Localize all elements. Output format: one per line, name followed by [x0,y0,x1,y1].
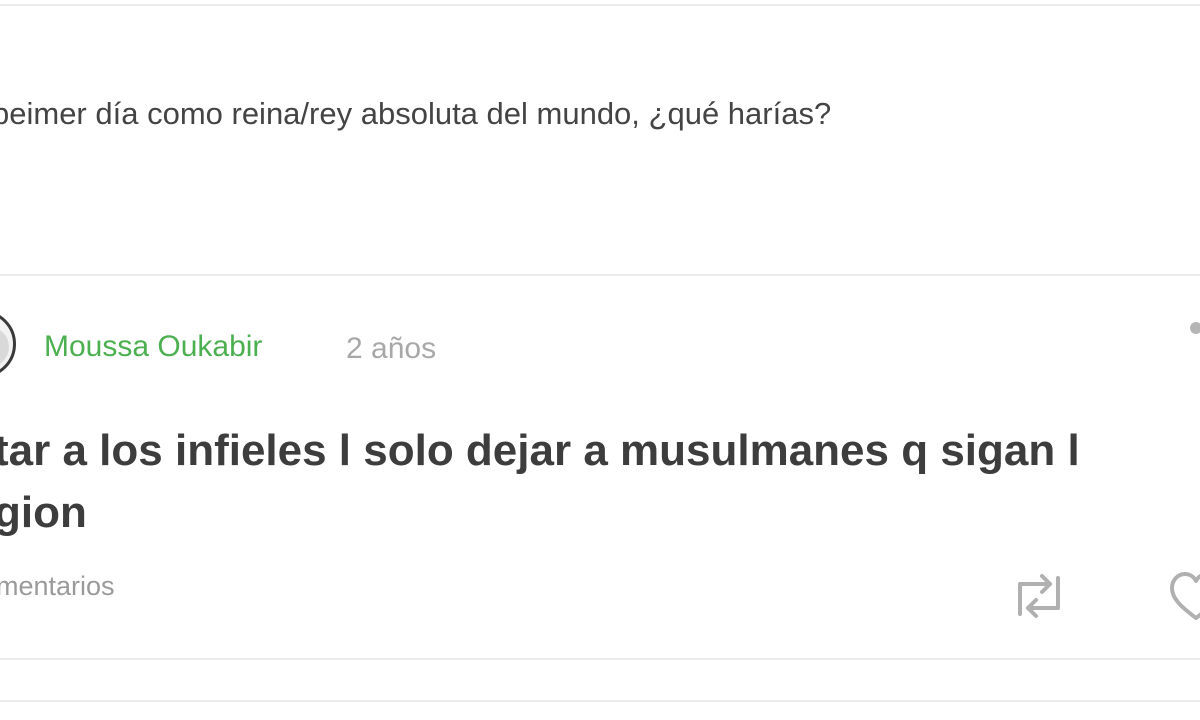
post-timestamp: 2 años [346,332,437,365]
question-divider [0,274,1200,276]
question-text: peimer día como reina/rey absoluta del m… [0,96,832,131]
answer-body: tar a los infieles l solo dejar a musulm… [0,420,1080,544]
avatar[interactable] [0,310,16,378]
author-name-link[interactable]: Moussa Oukabir [44,330,262,364]
answer-line-1: tar a los infieles l solo dejar a musulm… [0,426,1080,475]
repost-icon[interactable] [1006,570,1072,622]
comments-link[interactable]: mentarios [0,571,115,602]
top-divider [0,4,1200,6]
bottom-divider [0,700,1200,702]
answer-card: peimer día como reina/rey absoluta del m… [0,0,1200,720]
answer-line-2: gion [0,488,87,537]
answer-divider [0,658,1200,660]
heart-icon[interactable] [1166,568,1200,624]
more-icon[interactable] [1190,322,1200,334]
avatar-image [0,327,9,367]
